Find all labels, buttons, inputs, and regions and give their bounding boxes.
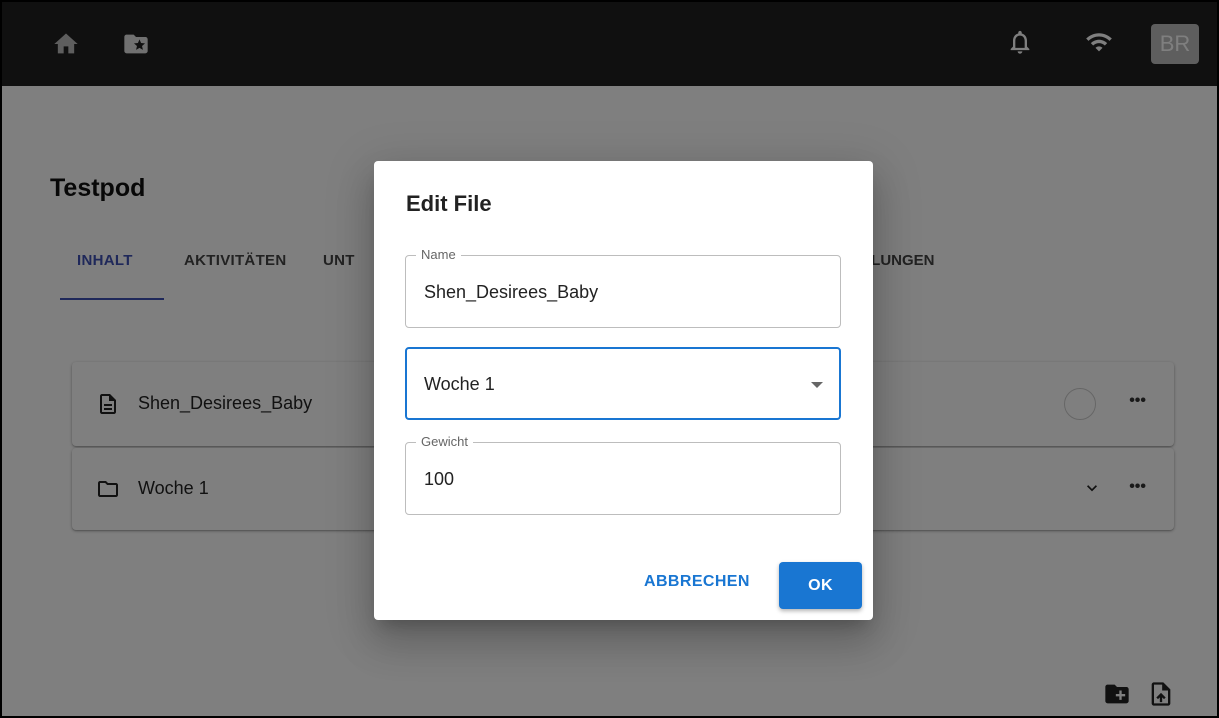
dropdown-arrow-icon[interactable] — [811, 382, 823, 388]
folder-select-value[interactable]: Woche 1 — [424, 374, 495, 395]
dialog-title: Edit File — [406, 191, 492, 216]
name-field-value[interactable]: Shen_Desirees_Baby — [424, 282, 598, 303]
cancel-button[interactable]: ABBRECHEN — [644, 573, 750, 591]
weight-field-value[interactable]: 100 — [424, 469, 454, 490]
weight-field-label: Gewicht — [416, 434, 473, 449]
ok-button[interactable]: OK — [779, 562, 862, 609]
name-field[interactable]: Name Shen_Desirees_Baby — [405, 247, 841, 328]
folder-select[interactable]: Woche 1 — [405, 347, 841, 420]
weight-field[interactable]: Gewicht 100 — [405, 434, 841, 515]
edit-file-dialog: Edit File Name Shen_Desirees_Baby Woche … — [374, 161, 873, 620]
name-field-label: Name — [416, 247, 461, 262]
app-frame: BR Testpod INHALT AKTIVITÄTEN UNT LLUNGE… — [0, 0, 1219, 718]
